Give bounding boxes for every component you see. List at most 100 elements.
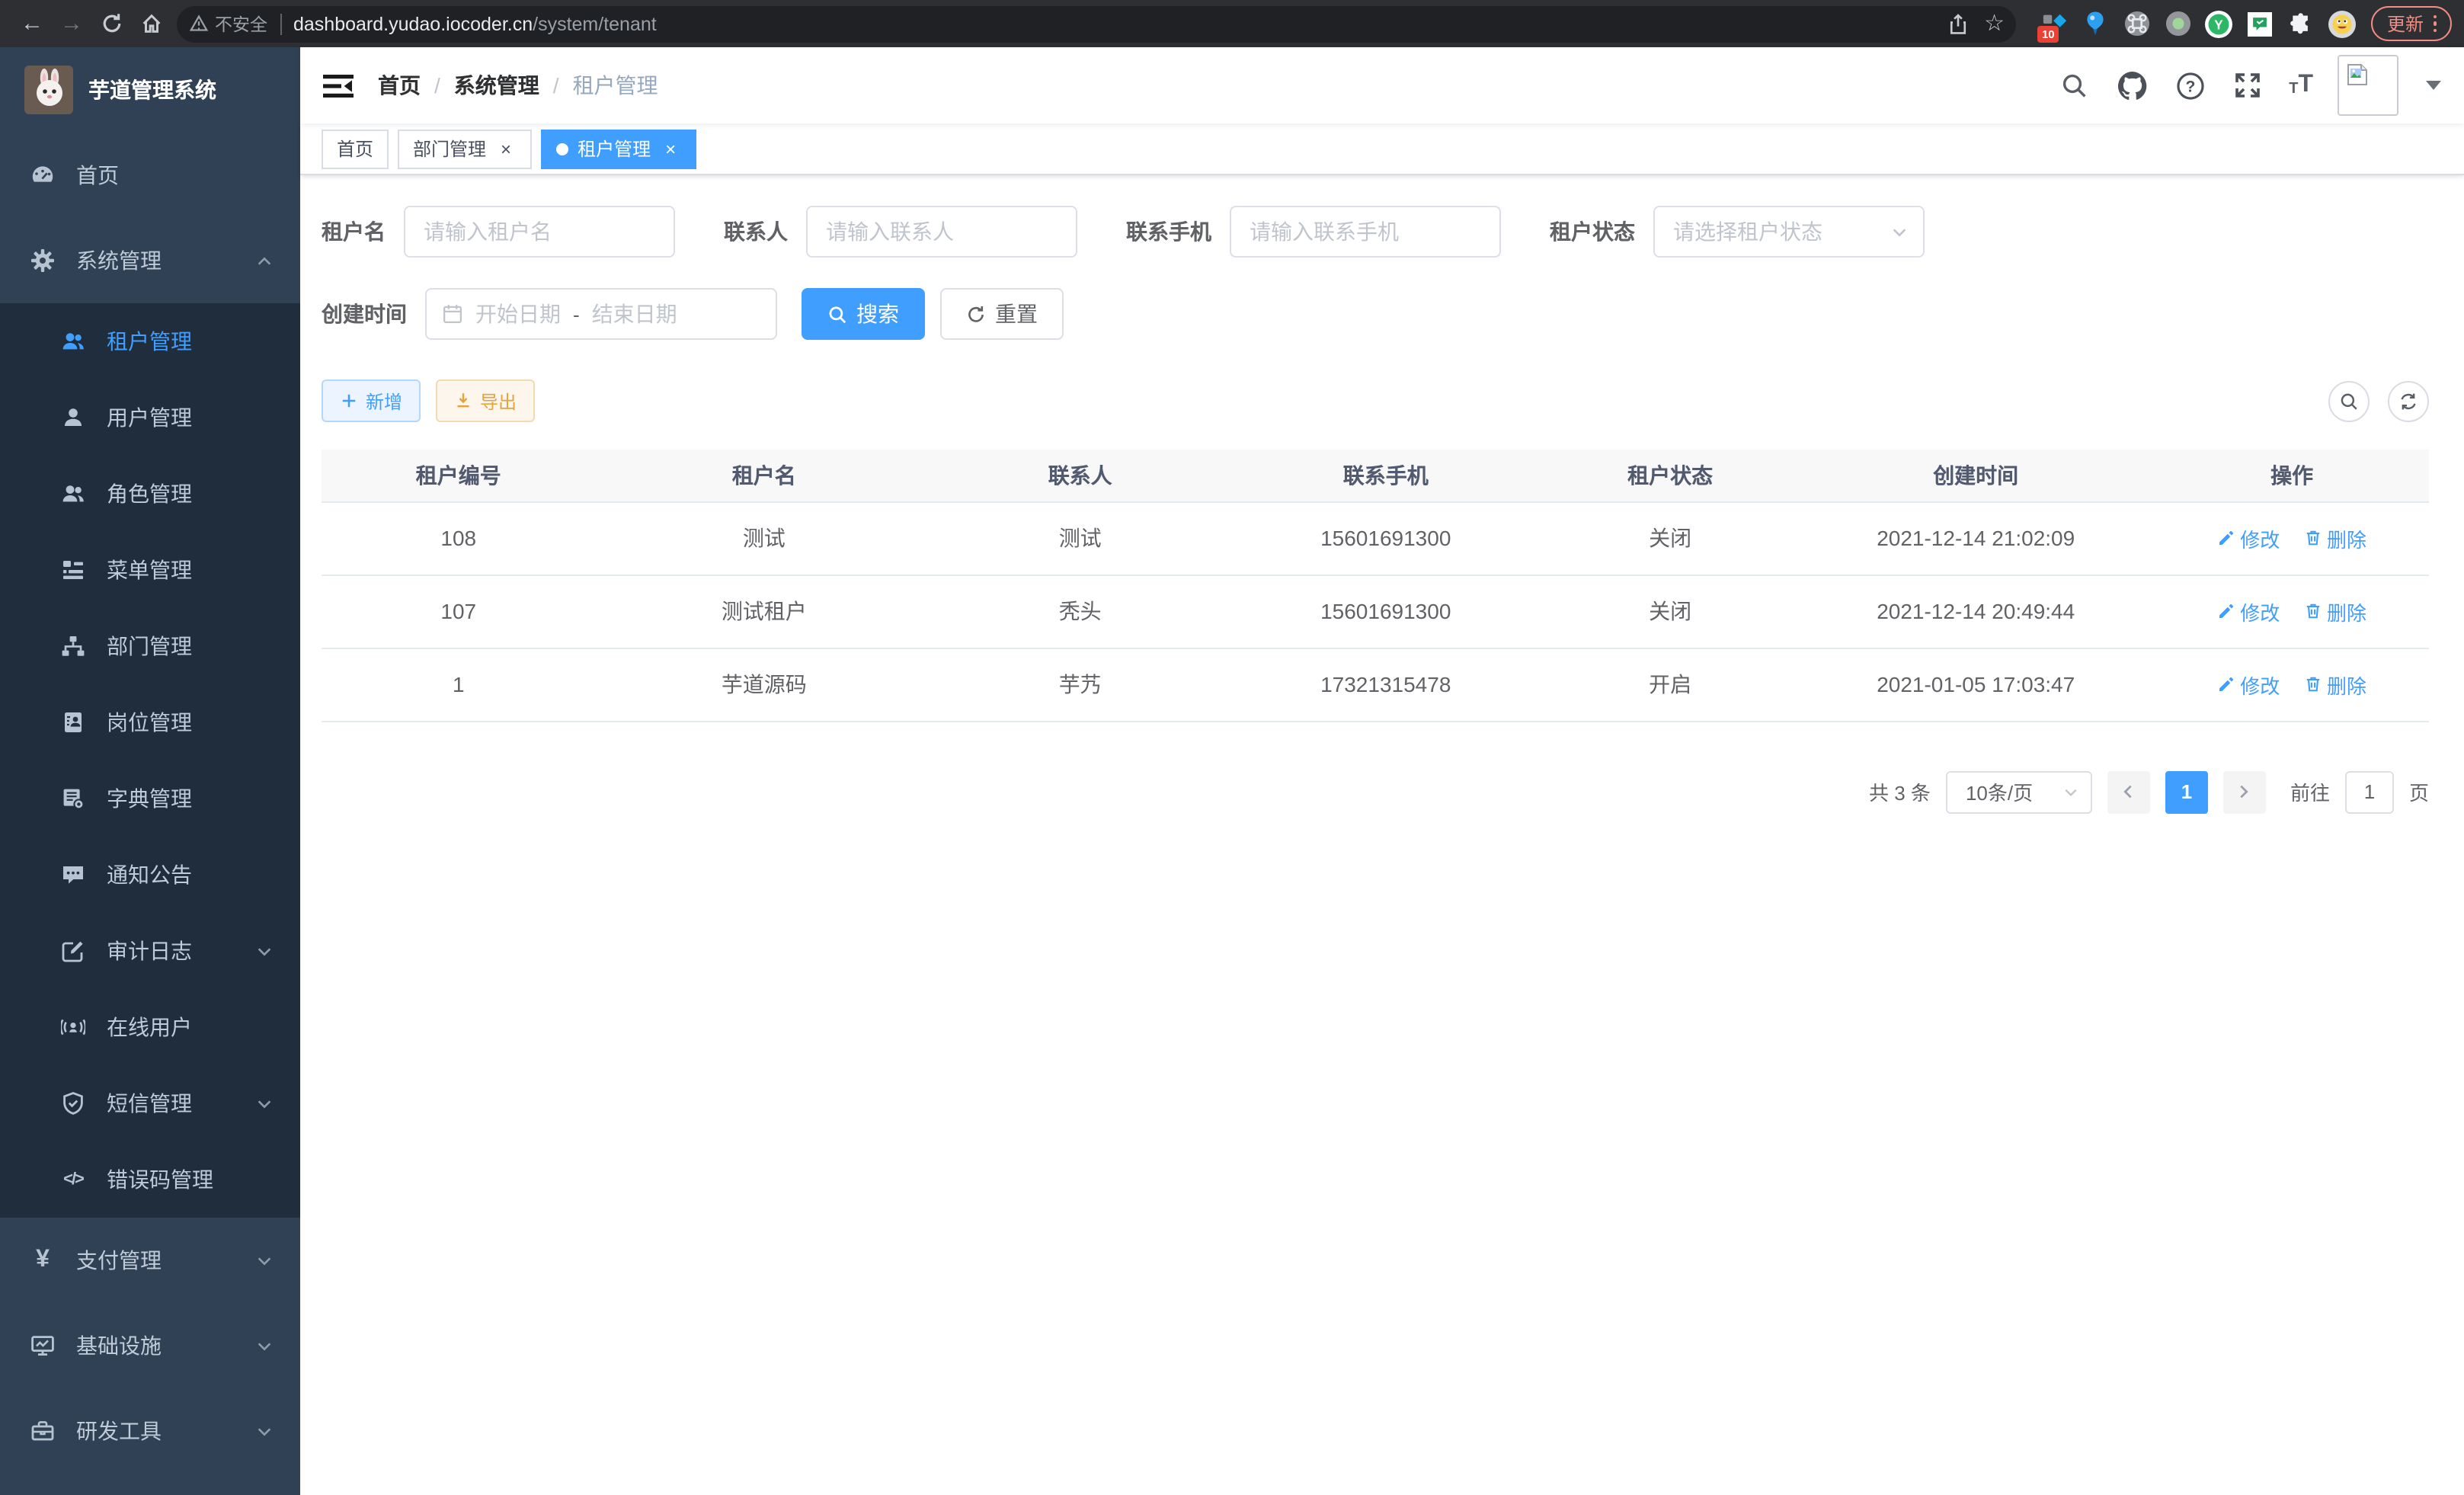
delete-link[interactable]: 删除: [2304, 523, 2366, 552]
sidebar-item-home[interactable]: 首页: [0, 133, 300, 218]
sidebar-item-label: 部门管理: [107, 631, 273, 661]
cell-created: 2021-01-05 17:03:47: [1797, 648, 2155, 721]
back-icon[interactable]: ←: [12, 4, 52, 43]
breadcrumb-home[interactable]: 首页: [378, 70, 421, 101]
add-button[interactable]: 新增: [322, 379, 421, 422]
goto-page-input[interactable]: [2345, 770, 2394, 813]
sidebar-item-user[interactable]: 用户管理: [0, 379, 300, 456]
sidebar-item-tenant[interactable]: 租户管理: [0, 303, 300, 379]
page-unit-label: 页: [2409, 777, 2429, 806]
cell-status: 开启: [1544, 648, 1797, 721]
tenant-page: 租户名 联系人 联系手机 租户状态 请选择租户状态: [300, 175, 2464, 1495]
search-button[interactable]: 搜索: [802, 288, 925, 340]
cell-actions: 修改 删除: [2155, 575, 2429, 648]
forward-icon[interactable]: →: [52, 4, 91, 43]
tab-home[interactable]: 首页: [322, 129, 389, 168]
svg-text:?: ?: [2185, 77, 2195, 94]
cell-actions: 修改 删除: [2155, 648, 2429, 721]
refresh-table-button[interactable]: [2388, 380, 2429, 421]
status-label: 租户状态: [1550, 216, 1635, 247]
sidebar-item-system[interactable]: 系统管理: [0, 218, 300, 303]
show-search-toggle-button[interactable]: [2328, 380, 2370, 421]
tenant-name-input[interactable]: [404, 206, 675, 258]
browser-menu-icon[interactable]: [2433, 15, 2437, 33]
sidebar-item-audit-log[interactable]: 审计日志: [0, 913, 300, 989]
home-icon[interactable]: [131, 4, 171, 43]
edit-link[interactable]: 修改: [2217, 597, 2280, 626]
extension-yuque-icon[interactable]: Y: [2206, 10, 2233, 37]
col-tenant-name: 租户名: [596, 450, 933, 501]
extension-kite-icon[interactable]: [2082, 10, 2110, 37]
sidebar-item-error-code[interactable]: </> 错误码管理: [0, 1141, 300, 1218]
sidebar-item-notice[interactable]: 通知公告: [0, 837, 300, 913]
chevron-down-icon: [256, 1252, 273, 1269]
search-icon: [2339, 391, 2359, 411]
github-icon[interactable]: [2115, 69, 2149, 102]
avatar-caret-icon[interactable]: [2426, 81, 2441, 90]
sidebar-item-role[interactable]: 角色管理: [0, 456, 300, 532]
page-size-select[interactable]: 10条/页: [1946, 770, 2092, 813]
svg-text:Y: Y: [2215, 17, 2224, 31]
export-button[interactable]: 导出: [436, 379, 535, 422]
fullscreen-icon[interactable]: [2231, 69, 2264, 102]
header-search-icon[interactable]: [2057, 69, 2091, 102]
breadcrumb-system[interactable]: 系统管理: [454, 70, 539, 101]
tab-label: 租户管理: [578, 136, 651, 162]
hamburger-icon[interactable]: [323, 72, 354, 98]
contact-input[interactable]: [806, 206, 1077, 258]
sidebar-item-dict[interactable]: 字典管理: [0, 760, 300, 837]
url-path: /system/tenant: [533, 13, 657, 34]
sidebar-item-pay[interactable]: ¥ 支付管理: [0, 1218, 300, 1303]
sidebar-item-online-users[interactable]: 在线用户: [0, 989, 300, 1065]
next-page-button[interactable]: [2223, 770, 2266, 813]
cell-contact: 秃头: [933, 575, 1227, 648]
download-icon: [454, 392, 472, 410]
sidebar-item-menu[interactable]: 菜单管理: [0, 532, 300, 608]
delete-link[interactable]: 删除: [2304, 597, 2366, 626]
share-icon[interactable]: [1947, 13, 1969, 34]
extension-dot-icon[interactable]: [2165, 10, 2192, 37]
help-icon[interactable]: ?: [2173, 69, 2206, 102]
prev-page-button[interactable]: [2107, 770, 2150, 813]
tab-tenant[interactable]: 租户管理 ×: [541, 129, 696, 168]
edit-link[interactable]: 修改: [2217, 523, 2280, 552]
address-bar[interactable]: 不安全 dashboard.yudao.iocoder.cn/system/te…: [177, 5, 2017, 42]
security-chip[interactable]: 不安全: [189, 11, 267, 36]
sidebar-item-label: 租户管理: [107, 326, 273, 357]
user-avatar[interactable]: [2338, 55, 2398, 116]
browser-update-button[interactable]: 更新: [2372, 6, 2452, 41]
col-actions: 操作: [2155, 450, 2429, 501]
extension-command-icon[interactable]: [2123, 10, 2151, 37]
tab-close-icon[interactable]: ×: [495, 138, 517, 159]
font-size-icon[interactable]: TT: [2289, 73, 2313, 98]
sidebar-item-post[interactable]: 岗位管理: [0, 684, 300, 760]
sidebar-item-infra[interactable]: 基础设施: [0, 1303, 300, 1388]
profile-avatar-icon[interactable]: [2329, 10, 2357, 37]
bookmark-star-icon[interactable]: ☆: [1984, 12, 2005, 35]
sidebar-item-dev-tools[interactable]: 研发工具: [0, 1388, 300, 1474]
chevron-down-icon: [256, 1095, 273, 1112]
url-text: dashboard.yudao.iocoder.cn/system/tenant: [293, 13, 1935, 34]
sidebar-item-label: 首页: [76, 160, 273, 190]
tab-close-icon[interactable]: ×: [660, 138, 681, 159]
sidebar-logo[interactable]: 芋道管理系统: [0, 47, 300, 133]
delete-link[interactable]: 删除: [2304, 670, 2366, 699]
status-select[interactable]: 请选择租户状态: [1653, 206, 1925, 258]
create-time-range-picker[interactable]: 开始日期 - 结束日期: [425, 288, 777, 340]
extension-chat-icon[interactable]: [2247, 10, 2274, 37]
edit-link[interactable]: 修改: [2217, 670, 2280, 699]
page-number-button[interactable]: 1: [2165, 770, 2208, 813]
warning-icon: [189, 14, 209, 34]
pagination-total: 共 3 条: [1869, 777, 1931, 806]
cell-contact: 芋艿: [933, 648, 1227, 721]
date-separator: -: [573, 303, 580, 325]
sidebar-item-sms[interactable]: 短信管理: [0, 1065, 300, 1141]
extension-grid-icon[interactable]: 10: [2041, 10, 2069, 37]
mobile-input[interactable]: [1230, 206, 1501, 258]
reset-button[interactable]: 重置: [940, 288, 1064, 340]
sidebar-item-dept[interactable]: 部门管理: [0, 608, 300, 684]
tab-dept[interactable]: 部门管理 ×: [398, 129, 532, 168]
toolbox-icon: [30, 1419, 55, 1443]
extension-puzzle-icon[interactable]: [2288, 10, 2315, 37]
reload-icon[interactable]: [91, 4, 131, 43]
